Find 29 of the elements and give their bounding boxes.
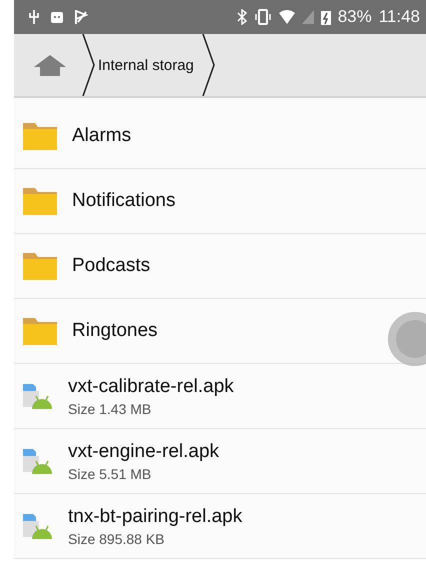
usb-icon (28, 9, 40, 25)
file-name: Ringtones (72, 320, 158, 342)
breadcrumb-item[interactable]: Internal storag (96, 56, 202, 74)
folder-icon (22, 251, 58, 281)
battery-level: 83% (338, 7, 372, 27)
clock: 11:48 (378, 7, 420, 27)
home-icon[interactable] (32, 53, 68, 77)
wifi-icon (278, 10, 295, 24)
bluetooth-icon (236, 9, 247, 25)
chevron-icon (82, 34, 96, 96)
vibrate-icon (254, 9, 272, 25)
file-name: tnx-bt-pairing-rel.apk (68, 506, 242, 528)
file-size: Size 895.88 KB (68, 530, 166, 546)
android-file-icon (22, 381, 54, 411)
battery-icon (320, 10, 331, 24)
android-file-icon (22, 511, 54, 541)
file-size: Size 1.43 MB (68, 400, 152, 416)
signal-icon (302, 10, 314, 24)
folder-icon (22, 186, 58, 216)
file-name: vxt-engine-rel.apk (68, 440, 220, 462)
file-name: Alarms (72, 125, 132, 147)
file-name: Podcasts (72, 255, 150, 277)
chevron-icon (202, 34, 216, 96)
folder-icon (22, 316, 58, 346)
folder-icon (22, 121, 58, 151)
file-size: Size 5.51 MB (68, 466, 152, 482)
file-name: Notifications (72, 190, 176, 212)
file-name: vxt-calibrate-rel.apk (68, 376, 234, 398)
android-file-icon (22, 446, 54, 476)
